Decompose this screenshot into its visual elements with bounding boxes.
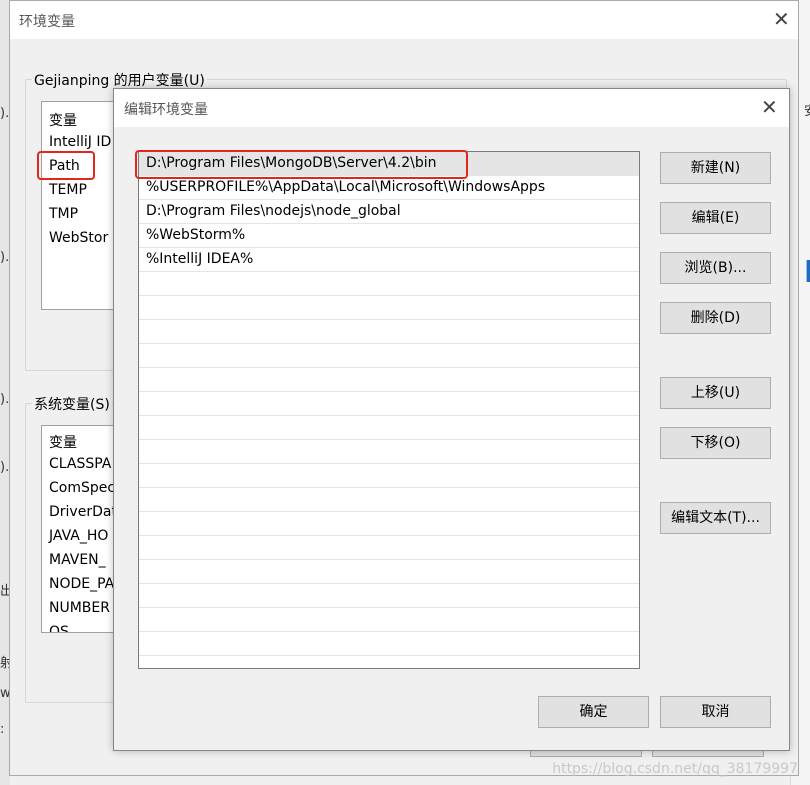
empty-row[interactable] bbox=[139, 560, 639, 584]
cancel-button[interactable]: 取消 bbox=[660, 696, 771, 728]
empty-row[interactable] bbox=[139, 344, 639, 368]
user-variables-label: Gejianping 的用户变量(U) bbox=[32, 70, 207, 90]
delete-button[interactable]: 删除(D) bbox=[660, 302, 771, 334]
bg-fragment: r bbox=[803, 246, 810, 292]
dialog-title: 环境变量 bbox=[19, 14, 75, 30]
watermark: https://blog.csdn.net/qq_38179997 bbox=[552, 761, 798, 777]
list-item[interactable]: IntelliJ ID bbox=[49, 134, 111, 150]
path-entries-list[interactable]: D:\Program Files\MongoDB\Server\4.2\bin … bbox=[138, 151, 640, 669]
empty-row[interactable] bbox=[139, 608, 639, 632]
list-item[interactable]: TMP bbox=[49, 206, 78, 222]
move-up-button[interactable]: 上移(U) bbox=[660, 377, 771, 409]
ok-button[interactable]: 确定 bbox=[538, 696, 649, 728]
edit-env-variable-dialog: 编辑环境变量 ✕ D:\Program Files\MongoDB\Server… bbox=[113, 88, 790, 751]
empty-row[interactable] bbox=[139, 512, 639, 536]
empty-row[interactable] bbox=[139, 584, 639, 608]
bg-fragment: 安 bbox=[804, 100, 810, 119]
column-header-variable[interactable]: 变量 bbox=[49, 432, 77, 452]
system-variables-label: 系统变量(S) bbox=[32, 394, 112, 414]
bg-fragment: : bbox=[0, 722, 5, 737]
empty-row[interactable] bbox=[139, 536, 639, 560]
empty-row[interactable] bbox=[139, 296, 639, 320]
empty-row[interactable] bbox=[139, 320, 639, 344]
list-item[interactable]: ComSpec bbox=[49, 480, 115, 496]
list-item[interactable]: MAVEN_ bbox=[49, 552, 106, 568]
empty-row[interactable] bbox=[139, 392, 639, 416]
list-item[interactable]: WebStor bbox=[49, 230, 108, 246]
list-item[interactable]: OS bbox=[49, 624, 69, 632]
empty-row[interactable] bbox=[139, 368, 639, 392]
path-entry[interactable]: %WebStorm% bbox=[139, 224, 639, 248]
title-bar: 环境变量 ✕ bbox=[10, 1, 798, 39]
edit-text-button[interactable]: 编辑文本(T)... bbox=[660, 502, 771, 534]
user-variables-list[interactable]: 变量 IntelliJ ID Path TEMP TMP WebStor bbox=[41, 101, 123, 310]
empty-row[interactable] bbox=[139, 632, 639, 656]
selected-path-highlight-box bbox=[135, 150, 468, 179]
path-entry[interactable]: %IntelliJ IDEA% bbox=[139, 248, 639, 272]
close-icon[interactable]: ✕ bbox=[773, 9, 790, 29]
list-item[interactable]: JAVA_HO bbox=[49, 528, 108, 544]
title-bar: 编辑环境变量 ✕ bbox=[114, 89, 789, 127]
path-entry[interactable]: %USERPROFILE%\AppData\Local\Microsoft\Wi… bbox=[139, 176, 639, 200]
empty-row[interactable] bbox=[139, 488, 639, 512]
path-entry[interactable]: D:\Program Files\nodejs\node_global bbox=[139, 200, 639, 224]
empty-row[interactable] bbox=[139, 416, 639, 440]
edit-button[interactable]: 编辑(E) bbox=[660, 202, 771, 234]
empty-row[interactable] bbox=[139, 464, 639, 488]
path-highlight-box bbox=[37, 151, 95, 180]
close-icon[interactable]: ✕ bbox=[761, 97, 778, 117]
list-item[interactable]: NODE_PA bbox=[49, 576, 114, 592]
system-variables-list[interactable]: 变量 CLASSPA ComSpec DriverDat JAVA_HO MAV… bbox=[41, 425, 123, 633]
browse-button[interactable]: 浏览(B)... bbox=[660, 252, 771, 284]
new-button[interactable]: 新建(N) bbox=[660, 152, 771, 184]
empty-row[interactable] bbox=[139, 440, 639, 464]
list-item[interactable]: TEMP bbox=[49, 182, 87, 198]
dialog-title: 编辑环境变量 bbox=[124, 102, 208, 118]
move-down-button[interactable]: 下移(O) bbox=[660, 427, 771, 459]
list-item[interactable]: CLASSPA bbox=[49, 456, 111, 472]
bg-fragment: ). bbox=[0, 250, 10, 265]
list-item[interactable]: DriverDat bbox=[49, 504, 117, 520]
empty-row[interactable] bbox=[139, 272, 639, 296]
list-item[interactable]: NUMBER bbox=[49, 600, 110, 616]
column-header-variable[interactable]: 变量 bbox=[49, 110, 77, 130]
